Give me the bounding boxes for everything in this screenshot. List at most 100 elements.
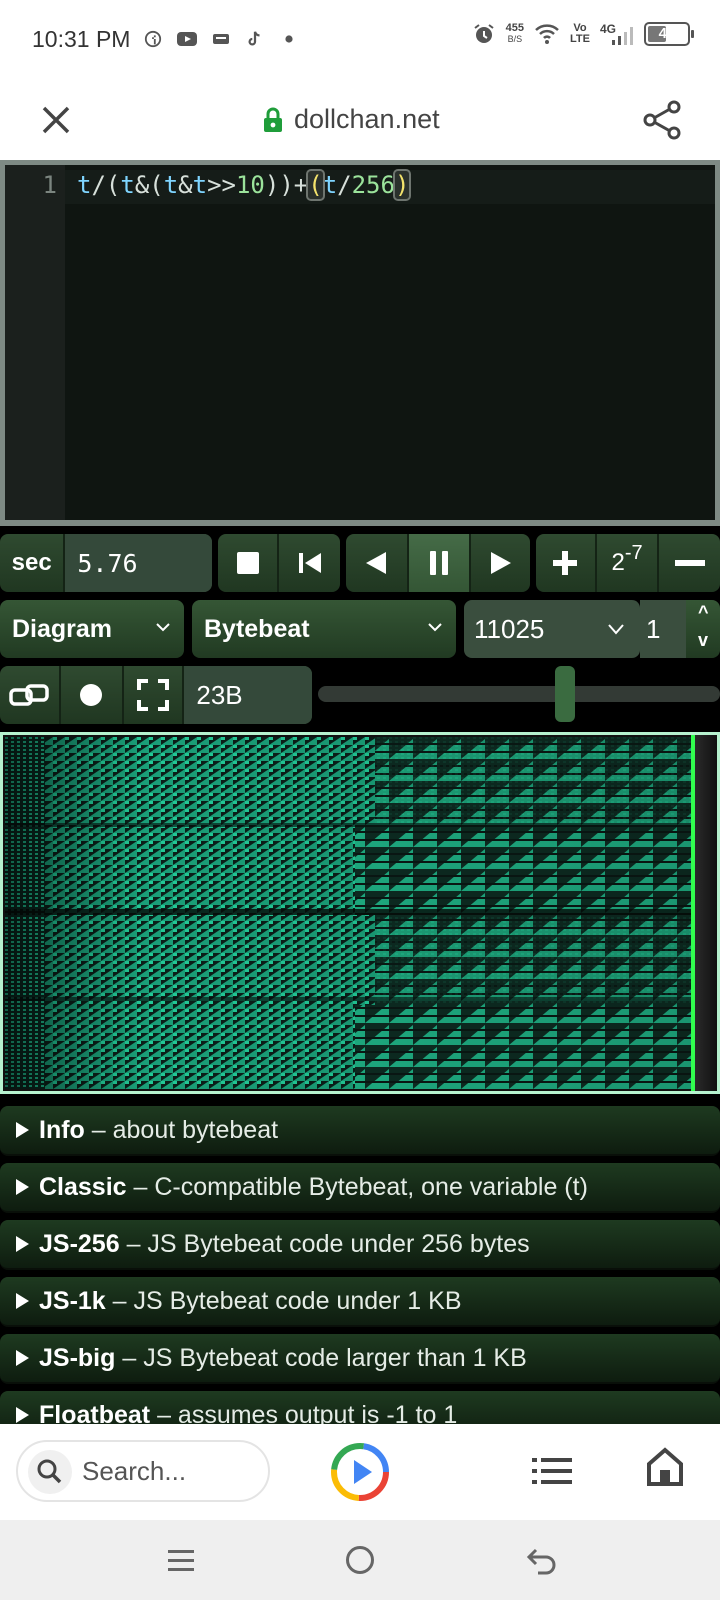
code-token: /( <box>91 171 121 199</box>
time-unit-button[interactable]: sec <box>0 534 66 592</box>
code-token: t <box>77 171 92 199</box>
library-item[interactable]: Info – about bytebeat <box>0 1106 720 1156</box>
home-button[interactable] <box>346 1546 374 1574</box>
expand-triangle-icon <box>16 1350 29 1366</box>
playback-group <box>346 534 530 592</box>
divisor-stepper[interactable]: ^ v <box>686 600 720 658</box>
code-token: t <box>120 171 135 199</box>
search-input[interactable]: Search... <box>82 1456 186 1487</box>
record-icon <box>80 684 103 706</box>
youtube-icon <box>177 32 197 46</box>
plus-icon <box>553 551 578 575</box>
expand-triangle-icon <box>16 1293 29 1309</box>
chevron-down-icon <box>156 623 170 632</box>
diagram-visualization <box>5 737 693 1089</box>
browser-bottom-toolbar: Search... <box>0 1424 720 1520</box>
library-item-title: Classic <box>39 1172 127 1201</box>
library-item-title: JS-256 <box>39 1229 120 1258</box>
search-icon-wrapper <box>28 1450 72 1494</box>
message-icon <box>213 34 229 44</box>
time-control: sec 5.76 <box>0 534 212 592</box>
library-item-description: – JS Bytebeat code under 256 bytes <box>119 1229 530 1258</box>
speed-scale-group: 2 -7 <box>536 534 720 592</box>
time-input[interactable]: 5.76 <box>65 534 212 592</box>
domain-text: dollchan.net <box>294 104 440 134</box>
tiktok-icon <box>248 31 260 46</box>
library-item-title: JS-big <box>39 1343 116 1372</box>
editor-surface[interactable]: 1 t/(t&(t&t>>10))+(t/256) <box>5 165 715 520</box>
status-time: 10:31 PM <box>32 26 131 52</box>
sample-rate-select[interactable]: 11025 <box>464 600 640 658</box>
network-speed: 455 B/S <box>506 23 524 45</box>
stop-button[interactable] <box>218 534 280 592</box>
volte-bottom: LTE <box>570 33 590 45</box>
mode-select-value: Diagram <box>12 614 113 643</box>
fullscreen-button[interactable] <box>124 666 185 724</box>
divisor-up-button[interactable]: ^ <box>698 602 709 623</box>
network-speed-unit: B/S <box>507 34 523 44</box>
line-gutter: 1 <box>5 165 65 520</box>
play-backward-icon <box>366 552 387 574</box>
battery-indicator: 48 <box>644 22 694 46</box>
mode-select[interactable]: Diagram <box>0 600 184 658</box>
back-icon[interactable] <box>524 1544 558 1578</box>
divisor-input[interactable]: 1 <box>640 600 686 658</box>
wifi-icon <box>535 24 559 44</box>
restart-button[interactable] <box>279 534 340 592</box>
play-backward-button[interactable] <box>346 534 409 592</box>
library-item-description: – C-compatible Bytebeat, one variable (t… <box>126 1172 588 1201</box>
code-size-display: 23B <box>184 666 312 724</box>
library-item-description: – about bytebeat <box>84 1115 279 1144</box>
code-token: 256 <box>351 171 395 199</box>
code-line[interactable]: t/(t&(t&t>>10))+(t/256) <box>77 169 412 201</box>
type-select[interactable]: Bytebeat <box>192 600 456 658</box>
waveform-diagram[interactable] <box>0 732 720 1094</box>
expand-triangle-icon <box>16 1179 29 1195</box>
speed-increase-button[interactable] <box>536 534 597 592</box>
pause-icon <box>429 551 448 575</box>
facebook-icon <box>144 30 162 48</box>
tools-group: 23B <box>0 666 312 724</box>
copy-link-button[interactable] <box>0 666 61 724</box>
line-number: 1 <box>42 171 57 199</box>
home-icon[interactable] <box>646 1446 684 1488</box>
notification-icons <box>142 30 300 48</box>
speed-decrease-button[interactable] <box>659 534 720 592</box>
library-item[interactable]: Classic – C-compatible Bytebeat, one var… <box>0 1163 720 1213</box>
library-item-title: JS-1k <box>39 1286 106 1315</box>
code-token: ))+ <box>264 171 309 199</box>
minus-icon <box>674 560 705 566</box>
system-nav-bar <box>0 1520 720 1600</box>
share-icon[interactable] <box>640 98 684 142</box>
library-item[interactable]: JS-1k – JS Bytebeat code under 1 KB <box>0 1277 720 1327</box>
code-token: & <box>178 171 193 199</box>
library-item-description: – JS Bytebeat code under 1 KB <box>105 1286 462 1315</box>
code-token: ) <box>392 169 412 201</box>
code-token: ( <box>306 169 325 201</box>
play-forward-button[interactable] <box>471 534 530 592</box>
chevron-down-icon <box>428 623 442 632</box>
recent-apps-icon[interactable] <box>166 1546 196 1576</box>
link-icon <box>9 684 50 706</box>
play-icon <box>490 552 511 574</box>
volume-slider[interactable] <box>318 686 720 702</box>
close-icon[interactable] <box>36 100 76 140</box>
record-button[interactable] <box>61 666 124 724</box>
pause-button[interactable] <box>408 534 472 592</box>
code-token: t <box>163 171 179 199</box>
diagram-playhead <box>691 735 695 1091</box>
speed-scale-display: 2 -7 <box>597 534 660 592</box>
library-item[interactable]: JS-big – JS Bytebeat code larger than 1 … <box>0 1334 720 1384</box>
volume-slider-handle[interactable] <box>555 666 575 722</box>
list-icon[interactable] <box>532 1454 572 1488</box>
library-item-title: Info <box>39 1115 85 1144</box>
play-logo-icon[interactable] <box>330 1442 390 1502</box>
address-domain[interactable]: dollchan.net <box>262 104 440 135</box>
time-unit-label: sec <box>11 549 52 576</box>
signal-icon: 4G <box>600 22 634 46</box>
code-editor[interactable]: 1 t/(t&(t&t>>10))+(t/256) <box>0 160 720 526</box>
divisor-down-button[interactable]: v <box>698 630 708 651</box>
code-token: 10 <box>235 171 265 199</box>
search-box[interactable]: Search... <box>16 1440 270 1502</box>
library-item[interactable]: JS-256 – JS Bytebeat code under 256 byte… <box>0 1220 720 1270</box>
